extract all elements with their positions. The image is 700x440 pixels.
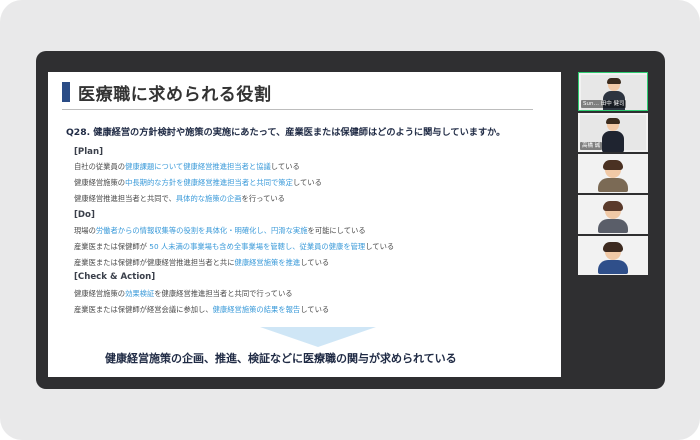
section-header-check-action: [Check & Action] — [74, 272, 156, 282]
slide-summary: 健康経営施策の企画、推進、検証などに医療職の関与が求められている — [105, 352, 457, 365]
down-arrow-icon — [260, 327, 376, 347]
avatar-body — [598, 260, 628, 274]
section-header-do: [Do] — [74, 210, 95, 220]
person-body — [602, 131, 624, 152]
avatar-body — [598, 219, 628, 233]
do-line-2: 産業医または保健師が 50 人未満の事業場も含め全事業場を管轄し、従業員の健康を… — [74, 242, 395, 251]
person-hair — [606, 118, 620, 124]
avatar-hair — [603, 160, 623, 170]
avatar-hair — [603, 201, 623, 211]
participant-tile-3[interactable] — [578, 154, 648, 193]
highlighted-text: 50 人未満の事業場も含め全事業場を管轄し、従業員の健康を管理 — [149, 242, 366, 251]
highlighted-text: 労働者からの情報収集等の役割を具体化・明確化し、円滑な実施 — [95, 226, 308, 235]
plan-line-2: 健康経営施策の中長期的な方針を健康経営推進担当者と共同で策定している — [74, 178, 322, 187]
check-line-1: 健康経営施策の効果検証を健康経営推進担当者と共同で行っている — [74, 289, 293, 298]
avatar-body — [598, 178, 628, 192]
highlighted-text: 具体的な施策の企画 — [175, 194, 242, 203]
do-line-3: 産業医または保健師が健康経営推進担当者と共に健康経営施策を推進している — [74, 258, 330, 267]
plan-line-3: 健康経営推進担当者と共同で、具体的な施策の企画を行っている — [74, 194, 285, 203]
plan-line-1: 自社の従業員の健康課題について健康経営推進担当者と協議している — [74, 162, 300, 171]
do-line-1: 現場の労働者からの情報収集等の役割を具体化・明確化し、円滑な実施を可能にしている — [74, 226, 366, 235]
person-hair — [607, 78, 621, 84]
participant-video — [602, 118, 624, 152]
participant-tile-4[interactable] — [578, 195, 648, 234]
participant-name: 高橋 誠 — [580, 142, 603, 150]
check-line-2: 産業医または保健師が経営会議に参加し、健康経営施策の結果を報告している — [74, 305, 330, 314]
participant-tile-5[interactable] — [578, 236, 648, 275]
participant-tile-1[interactable]: Sun… 田中 健司 — [578, 72, 648, 111]
highlighted-text: 健康経営施策を推進 — [234, 258, 301, 267]
participant-name: Sun… 田中 健司 — [581, 100, 627, 108]
highlighted-text: 健康課題について健康経営推進担当者と協議 — [125, 162, 271, 171]
section-header-plan: [Plan] — [74, 147, 104, 157]
highlighted-text: 効果検証 — [125, 289, 155, 298]
highlighted-text: 健康経営施策の結果を報告 — [212, 305, 301, 314]
slide-title: 医療職に求められる役割 — [78, 85, 272, 105]
avatar-hair — [603, 242, 623, 252]
title-accent-bar — [62, 82, 70, 102]
highlighted-text: 中長期的な方針を健康経営推進担当者と共同で策定 — [125, 178, 293, 187]
participant-tile-2[interactable]: 高橋 誠 — [578, 113, 648, 152]
survey-question: Q28. 健康経営の方針検討や施策の実施にあたって、産業医または保健師はどのよう… — [66, 127, 506, 138]
title-divider — [62, 109, 533, 110]
